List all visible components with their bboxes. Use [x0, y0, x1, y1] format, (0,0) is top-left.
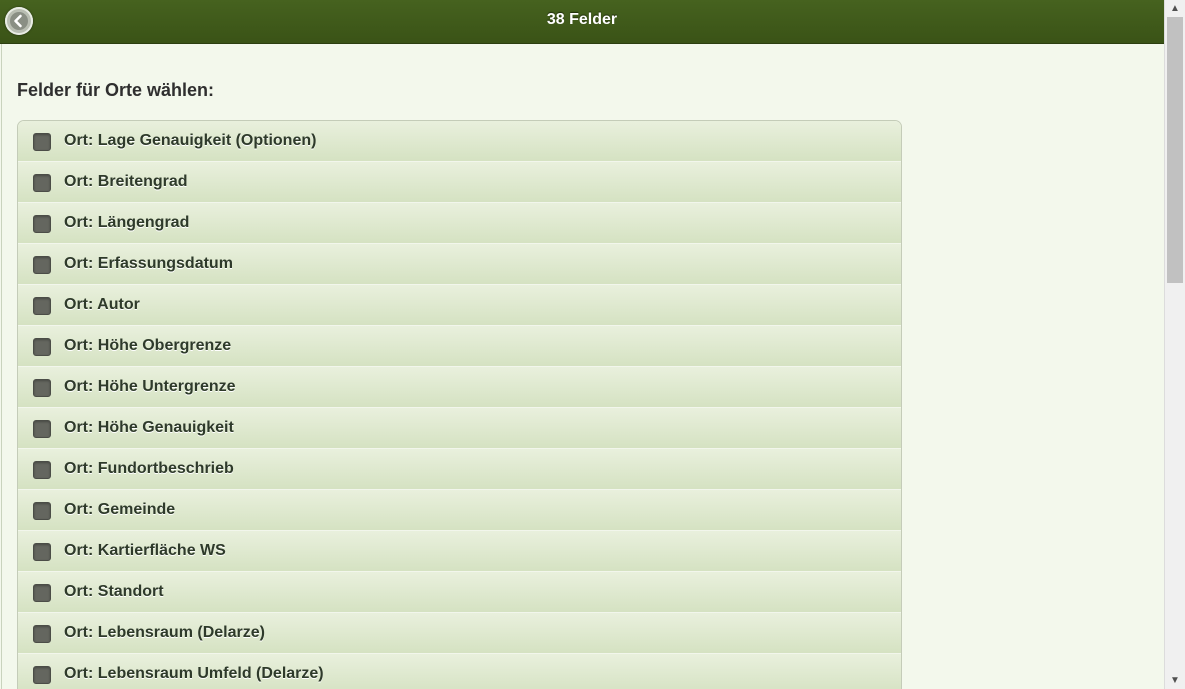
field-label: Ort: Lebensraum (Delarze): [64, 624, 265, 641]
field-label: Ort: Gemeinde: [64, 501, 176, 518]
list-item[interactable]: Ort: Standort: [18, 572, 901, 613]
section-heading: Felder für Orte wählen:: [17, 80, 215, 100]
list-item[interactable]: Ort: Höhe Genauigkeit: [18, 408, 901, 449]
checkbox[interactable]: [33, 502, 51, 520]
list-item[interactable]: Ort: Gemeinde: [18, 490, 901, 531]
field-label: Ort: Breitengrad: [64, 173, 188, 190]
vertical-scrollbar[interactable]: ▲ ▼: [1164, 0, 1185, 689]
checkbox[interactable]: [33, 174, 51, 192]
checkbox[interactable]: [33, 379, 51, 397]
list-item[interactable]: Ort: Höhe Obergrenze: [18, 326, 901, 367]
field-label: Ort: Höhe Untergrenze: [64, 378, 236, 395]
list-item[interactable]: Ort: Breitengrad: [18, 162, 901, 203]
field-label: Ort: Kartierfläche WS: [64, 542, 226, 559]
checkbox[interactable]: [33, 666, 51, 684]
checkbox[interactable]: [33, 584, 51, 602]
field-label: Ort: Höhe Obergrenze: [64, 337, 232, 354]
checkbox[interactable]: [33, 338, 51, 356]
field-label: Ort: Längengrad: [64, 214, 190, 231]
checkbox[interactable]: [33, 420, 51, 438]
field-label: Ort: Fundortbeschrieb: [64, 460, 234, 477]
list-item[interactable]: Ort: Höhe Untergrenze: [18, 367, 901, 408]
field-list: Ort: Lage Genauigkeit (Optionen) Ort: Bre…: [17, 120, 902, 689]
main-content: Felder für Orte wählen: Ort: Lage Genaui…: [1, 44, 1164, 689]
field-label: Ort: Autor: [64, 296, 140, 313]
list-item[interactable]: Ort: Kartierfläche WS: [18, 531, 901, 572]
scroll-up-arrow-icon[interactable]: ▲: [1165, 0, 1185, 17]
list-item[interactable]: Ort: Längengrad: [18, 203, 901, 244]
list-item[interactable]: Ort: Autor: [18, 285, 901, 326]
checkbox[interactable]: [33, 133, 51, 151]
checkbox[interactable]: [33, 256, 51, 274]
scroll-thumb[interactable]: [1167, 17, 1183, 283]
field-label: Ort: Lage Genauigkeit (Optionen): [64, 132, 317, 149]
scroll-down-arrow-icon[interactable]: ▼: [1165, 672, 1185, 689]
app-window: 38 Felder Felder für Orte wählen: Ort: L…: [0, 0, 1185, 689]
checkbox[interactable]: [33, 297, 51, 315]
page-title: 38 Felder: [546, 11, 618, 28]
checkbox[interactable]: [33, 543, 51, 561]
checkbox[interactable]: [33, 461, 51, 479]
field-label: Ort: Erfassungsdatum: [64, 255, 233, 272]
checkbox[interactable]: [33, 215, 51, 233]
list-item[interactable]: Ort: Fundortbeschrieb: [18, 449, 901, 490]
checkbox[interactable]: [33, 625, 51, 643]
list-item[interactable]: Ort: Lage Genauigkeit (Optionen): [18, 121, 901, 162]
field-label: Ort: Höhe Genauigkeit: [64, 419, 234, 436]
field-label: Ort: Standort: [64, 583, 164, 600]
field-label: Ort: Lebensraum Umfeld (Delarze): [64, 665, 324, 682]
list-item[interactable]: Ort: Lebensraum (Delarze): [18, 613, 901, 654]
list-item[interactable]: Ort: Erfassungsdatum: [18, 244, 901, 285]
list-item[interactable]: Ort: Lebensraum Umfeld (Delarze): [18, 654, 901, 689]
header-bar: 38 Felder: [0, 0, 1164, 44]
